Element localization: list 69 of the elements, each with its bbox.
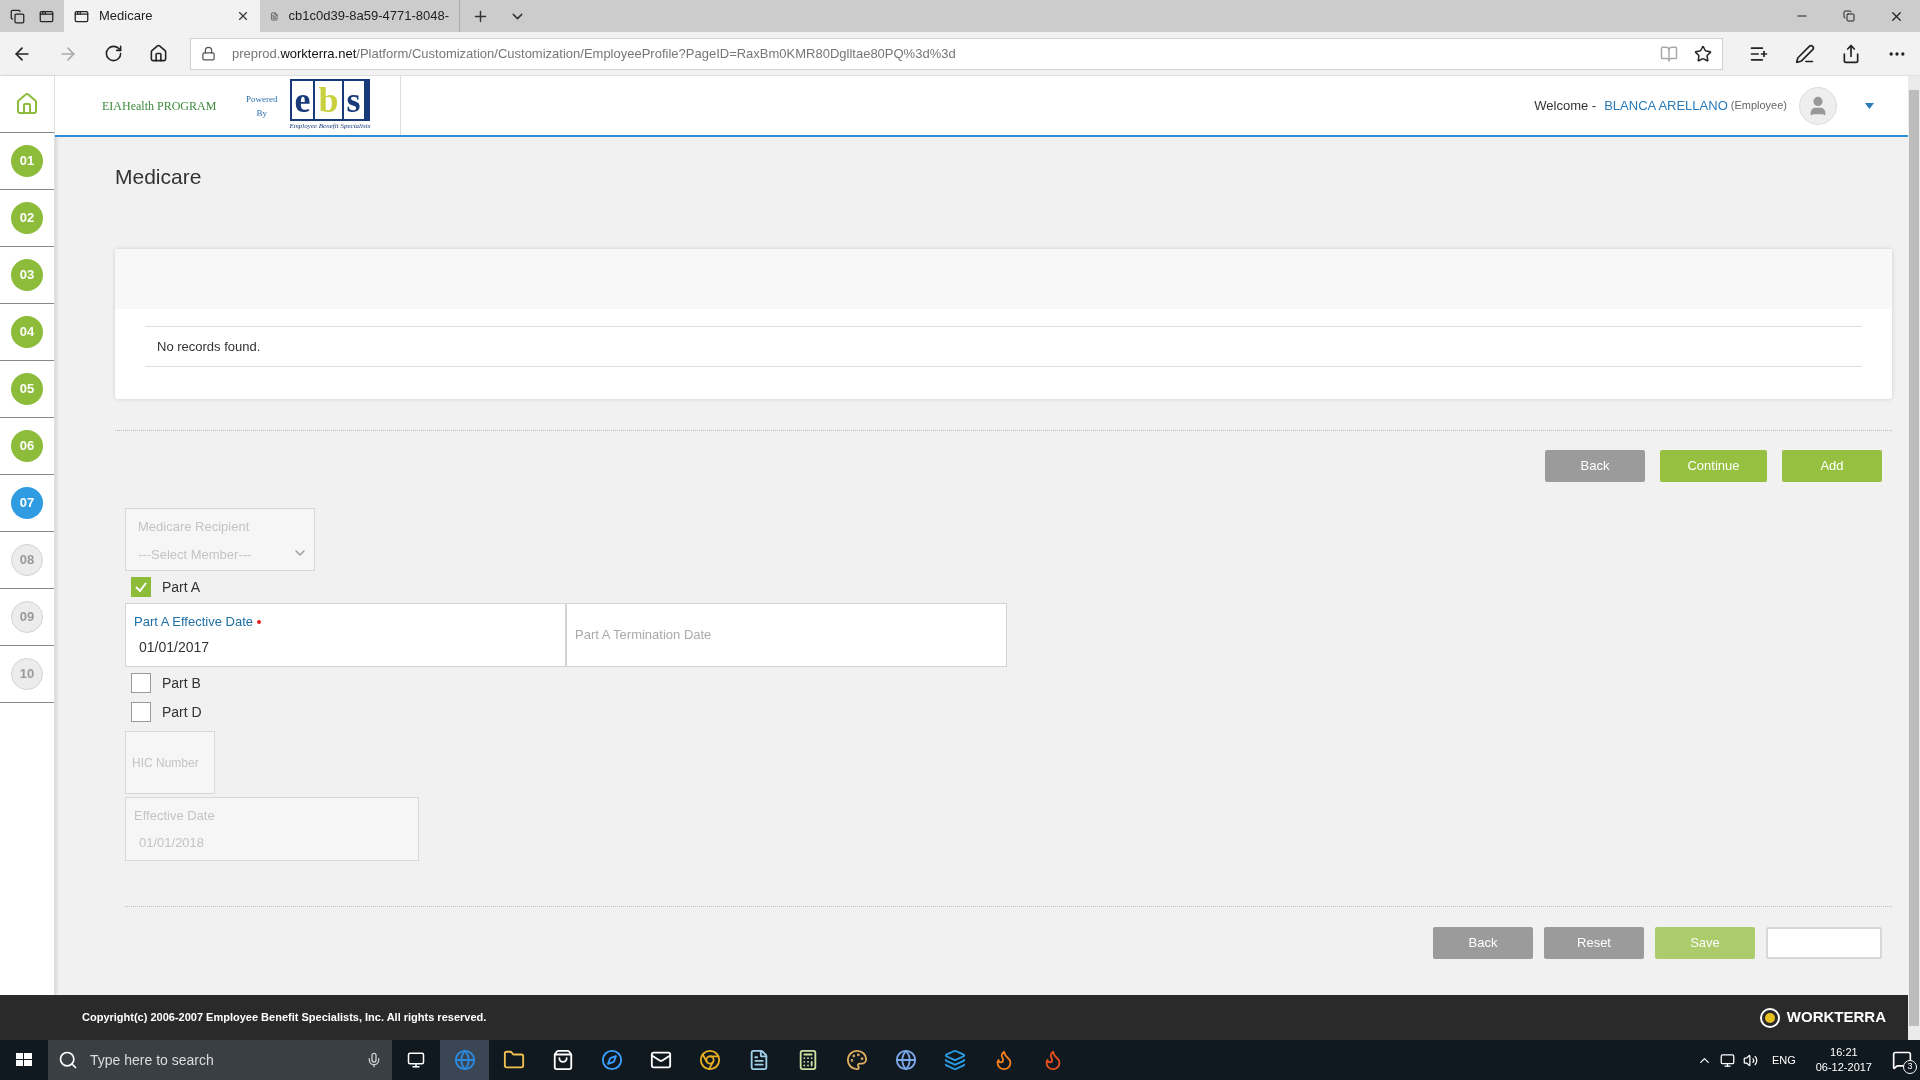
step-badge[interactable]: 03 [11, 259, 43, 291]
close-tab-icon[interactable] [236, 9, 250, 23]
star-icon[interactable] [1694, 44, 1712, 63]
date-field[interactable]: Part A Effective Date 01/01/2017 [125, 603, 566, 667]
date-field[interactable]: Part A Termination Date [566, 603, 1007, 667]
step-badge[interactable]: 02 [11, 202, 43, 234]
action-button[interactable]: Add [1782, 450, 1882, 482]
step-badge[interactable]: 04 [11, 316, 43, 348]
powered-label: Powered [246, 92, 278, 106]
dropdown-caret-icon[interactable] [1865, 102, 1874, 109]
step-badge[interactable]: 01 [11, 145, 43, 177]
checkbox[interactable] [131, 673, 151, 693]
program-name: EIAHealth PROGRAM [102, 97, 218, 115]
brand-name: WORKTERRA [1786, 1007, 1886, 1028]
clock[interactable]: 16:21 06-12-2017 [1815, 1045, 1872, 1075]
action-button[interactable]: Reset [1544, 927, 1644, 959]
checkbox[interactable] [131, 702, 151, 722]
page-icon [74, 8, 89, 24]
url-text: preprod.workterra.net/Platform/Customization/Customization/EmployeeProfile?PageID=RaxBm0KMR80Dglltae80PQ%3d%3d [232, 44, 957, 63]
share-icon[interactable] [1841, 43, 1861, 64]
checkbox-label: Part D [162, 702, 202, 722]
field-value: 01/01/2017 [138, 638, 211, 658]
avatar[interactable] [1799, 86, 1837, 125]
checkbox-label: Part B [162, 673, 201, 693]
tab-title: cb1c0d39-8a59-4771-8048- [288, 7, 449, 26]
restore-icon[interactable] [1843, 10, 1855, 22]
notification-icon[interactable] [1892, 1050, 1912, 1070]
brand-logo-icon [1758, 1006, 1781, 1029]
welcome-label: Welcome - [1534, 96, 1597, 115]
search-icon [58, 1050, 78, 1070]
step-badge[interactable]: 08 [11, 544, 43, 576]
empty-message: No records found. [157, 337, 261, 356]
by-label: By [256, 106, 267, 120]
step-badge[interactable]: 07 [11, 487, 43, 519]
checkbox-label: Part A [162, 577, 201, 597]
browser-tab[interactable]: Medicare [64, 0, 260, 32]
home-icon[interactable] [149, 44, 168, 63]
tab-title: Medicare [99, 7, 154, 26]
field-label: Part A Effective Date [134, 611, 557, 632]
lock-icon [201, 46, 216, 61]
field-placeholder: Part A Termination Date [575, 626, 713, 645]
clock-time: 16:21 [1830, 1045, 1858, 1060]
refresh-icon[interactable] [104, 44, 123, 63]
pen-icon[interactable] [1795, 43, 1815, 64]
tab-preview-icon[interactable] [39, 8, 54, 24]
action-button[interactable]: Continue [1660, 450, 1767, 482]
address-bar[interactable]: preprod.workterra.net/Platform/Customization/Customization/EmployeeProfile?PageID=RaxBm0KMR80Dglltae80PQ%3d%3d [190, 37, 1723, 70]
volume-icon[interactable] [1742, 1052, 1758, 1068]
page-title: Medicare [115, 164, 203, 190]
action-button[interactable]: Back [1433, 927, 1533, 959]
step-badge[interactable]: 10 [11, 658, 43, 690]
action-button[interactable]: Back [1545, 450, 1645, 482]
notification-count: 3 [1903, 1060, 1917, 1074]
user-name[interactable]: BLANCA ARELLANO [1604, 95, 1728, 116]
user-role: (Employee) [1730, 98, 1787, 114]
check-icon [134, 580, 148, 594]
language-indicator[interactable]: ENG [1771, 1051, 1796, 1069]
taskbar-search-field[interactable]: Type here to search [48, 1040, 392, 1080]
tab-set-icon[interactable] [10, 8, 25, 24]
microphone-icon[interactable] [366, 1052, 382, 1068]
ebs-logo: e b s [289, 79, 371, 122]
search-placeholder: Type here to search [90, 1050, 215, 1070]
copyright-text: Copyright(c) 2006-2007 Employee Benefit Specialists, Inc. All rights reserved. [82, 1010, 487, 1026]
step-badge[interactable]: 05 [11, 373, 43, 405]
checkbox[interactable] [131, 577, 151, 597]
step-badge[interactable]: 06 [11, 430, 43, 462]
scrollbar[interactable] [1908, 76, 1920, 1040]
clock-date: 06-12-2017 [1815, 1060, 1872, 1075]
step-badge[interactable]: 09 [11, 601, 43, 633]
